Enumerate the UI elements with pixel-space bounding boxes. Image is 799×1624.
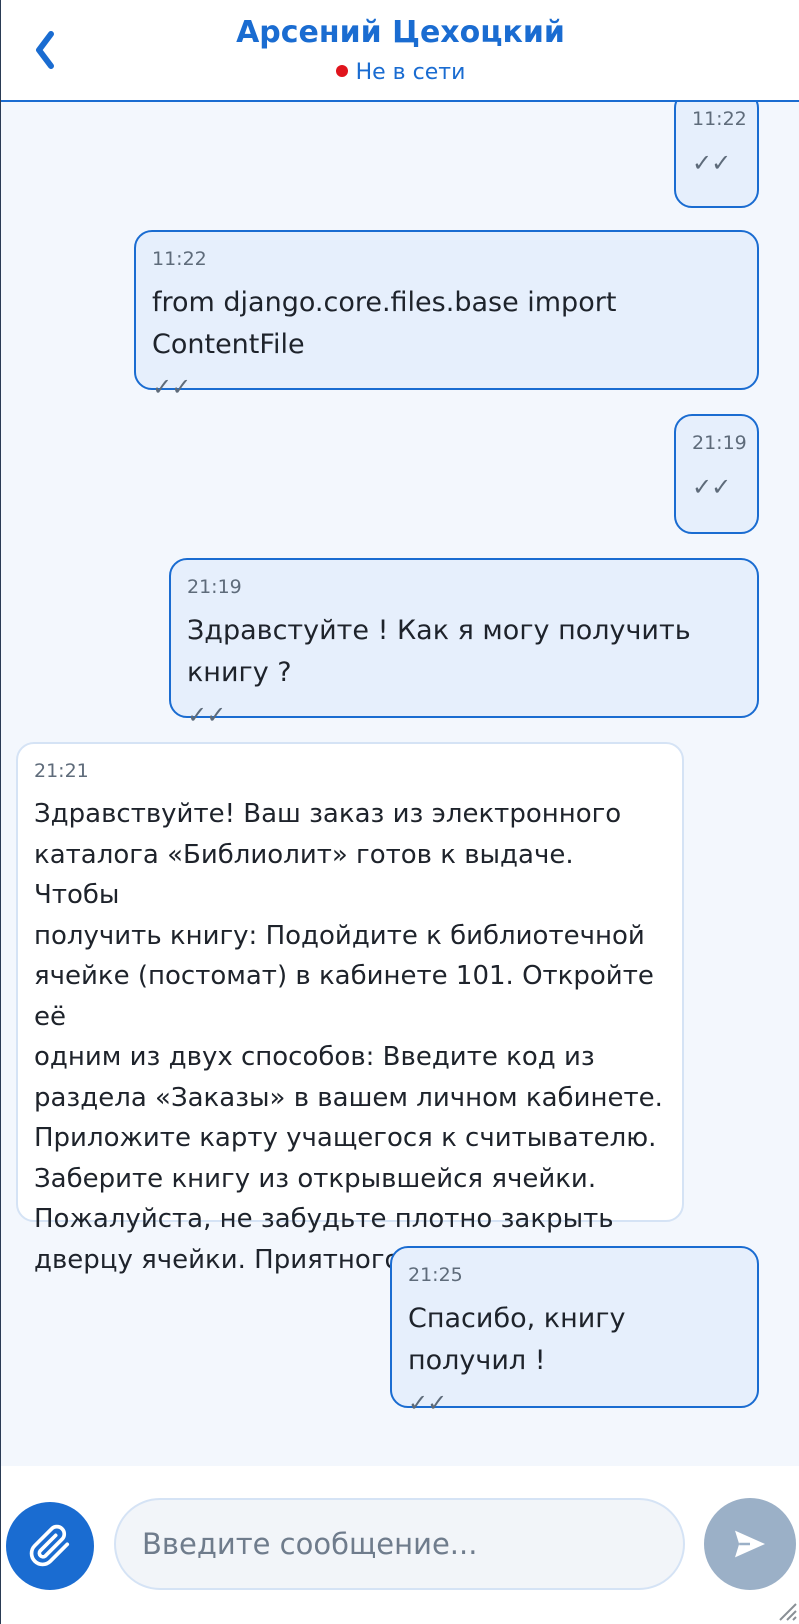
message-text: Здравстуйте ! Как я могу получить книгу … [187,615,700,688]
message-bubble[interactable]: 21:19 Здравстуйте ! Как я могу получить … [169,558,759,729]
message-bubble[interactable]: 21:19 ✓✓ [674,414,759,534]
resize-grip-icon[interactable] [772,1596,798,1622]
message-time: 21:19 [692,432,747,454]
message-composer [1,1466,799,1624]
attach-button[interactable] [6,1502,94,1590]
message-text: Спасибо, книгу получил ! [408,1303,635,1376]
read-receipt-icon: ✓✓ [692,149,731,177]
chat-header: Арсений Цехоцкий Не в сети [1,0,799,102]
message-bubble[interactable]: 21:25 Спасибо, книгу получил ! ✓✓ [390,1246,759,1417]
paperclip-icon [29,1524,70,1567]
message-list[interactable]: 11:22 ✓✓ 11:22 from django.core.files.ba… [1,102,799,1466]
message-time: 11:22 [692,108,747,130]
read-receipt-icon: ✓✓ [692,473,731,501]
presence-status-text: Не в сети [355,60,466,85]
read-receipt-icon: ✓✓ [408,1389,447,1417]
message-time: 21:19 [187,576,242,598]
presence-status: Не в сети [1,58,799,88]
message-time: 21:25 [408,1264,463,1286]
message-input[interactable] [114,1498,685,1590]
message-bubble[interactable]: 11:22 from django.core.files.base import… [134,230,759,401]
message-text: from django.core.files.base import Conte… [152,287,625,360]
contact-name: Арсений Цехоцкий [236,15,565,50]
message-bubble[interactable]: 11:22 ✓✓ [674,102,759,208]
message-bubble-incoming[interactable]: 21:21 Здравствуйте! Ваш заказ из электро… [16,742,684,1275]
offline-dot-icon [335,65,348,77]
chat-screen: Арсений Цехоцкий Не в сети 11:22 ✓✓ 11:2… [0,0,799,1624]
read-receipt-icon: ✓✓ [187,701,226,729]
send-button[interactable] [704,1498,796,1590]
message-text: Здравствуйте! Ваш заказ из электронного … [34,799,663,1275]
send-icon [735,1530,765,1558]
message-time: 11:22 [152,248,207,270]
message-time: 21:21 [34,760,89,782]
read-receipt-icon: ✓✓ [152,373,191,401]
